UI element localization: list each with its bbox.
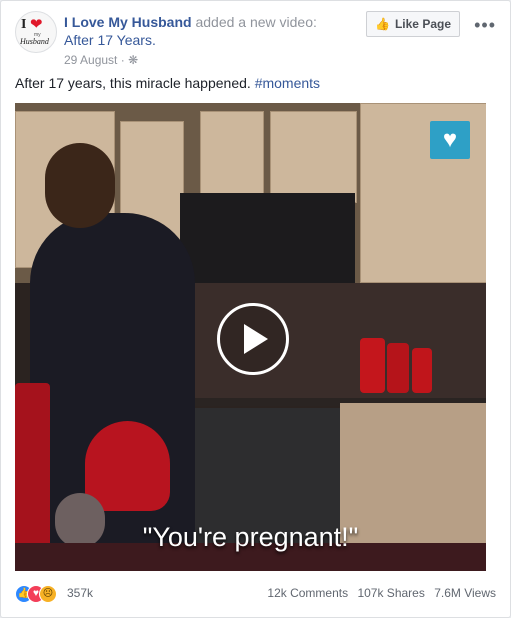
video-person-head (45, 143, 115, 228)
video-cabinet-3 (200, 111, 264, 203)
video-canister-3 (412, 348, 432, 393)
shares-count[interactable]: 107k Shares (357, 586, 424, 600)
video-canister-2 (387, 343, 409, 393)
heart-house-icon: ♥ (430, 121, 470, 159)
video-red-glass (85, 421, 170, 511)
video-canister-1 (360, 338, 385, 393)
post-stats: 12k Comments 107k Shares 7.6M Views (261, 586, 496, 600)
heart-icon: ❤ (30, 16, 43, 33)
page-name-link[interactable]: I Love My Husband (64, 14, 192, 30)
video-microwave (180, 193, 355, 285)
post-card: I ❤ my Husband I Love My Husband added a… (0, 0, 511, 618)
post-footer: 👍 ♥ ☹ 357k 12k Comments 107k Shares 7.6M… (15, 583, 496, 605)
post-title-line: I Love My Husband added a new video: Aft… (64, 13, 354, 49)
avatar-letter: I (21, 17, 27, 32)
like-page-label: Like Page (394, 17, 451, 31)
comments-count[interactable]: 12k Comments (267, 586, 348, 600)
video-player[interactable]: ♥ "You're pregnant!" (15, 103, 486, 571)
video-title-link[interactable]: After 17 Years. (64, 32, 156, 48)
views-count: 7.6M Views (434, 586, 496, 600)
post-header: I ❤ my Husband I Love My Husband added a… (15, 11, 496, 67)
post-action: added a new video: (195, 14, 317, 30)
meta-separator: · (120, 53, 125, 67)
thumbs-up-icon: 👍 (375, 17, 390, 31)
reactions-count[interactable]: 357k (67, 586, 93, 600)
post-date[interactable]: 29 August (64, 53, 117, 67)
hashtag-link[interactable]: #moments (255, 75, 320, 91)
post-meta: 29 August · ❋ (64, 53, 138, 67)
globe-icon[interactable]: ❋ (128, 53, 138, 67)
page-avatar[interactable]: I ❤ my Husband (15, 11, 57, 53)
post-caption: After 17 years, this miracle happened. #… (15, 75, 320, 91)
like-page-button[interactable]: 👍 Like Page (366, 11, 460, 37)
caption-text: After 17 years, this miracle happened. (15, 75, 251, 91)
sad-reaction-icon: ☹ (39, 585, 57, 603)
more-options-icon[interactable]: ••• (474, 15, 496, 36)
avatar-husband: Husband (20, 37, 49, 46)
video-subtitle: "You're pregnant!" (142, 522, 359, 552)
video-cabinet-4 (270, 111, 357, 203)
play-icon[interactable] (217, 303, 289, 375)
